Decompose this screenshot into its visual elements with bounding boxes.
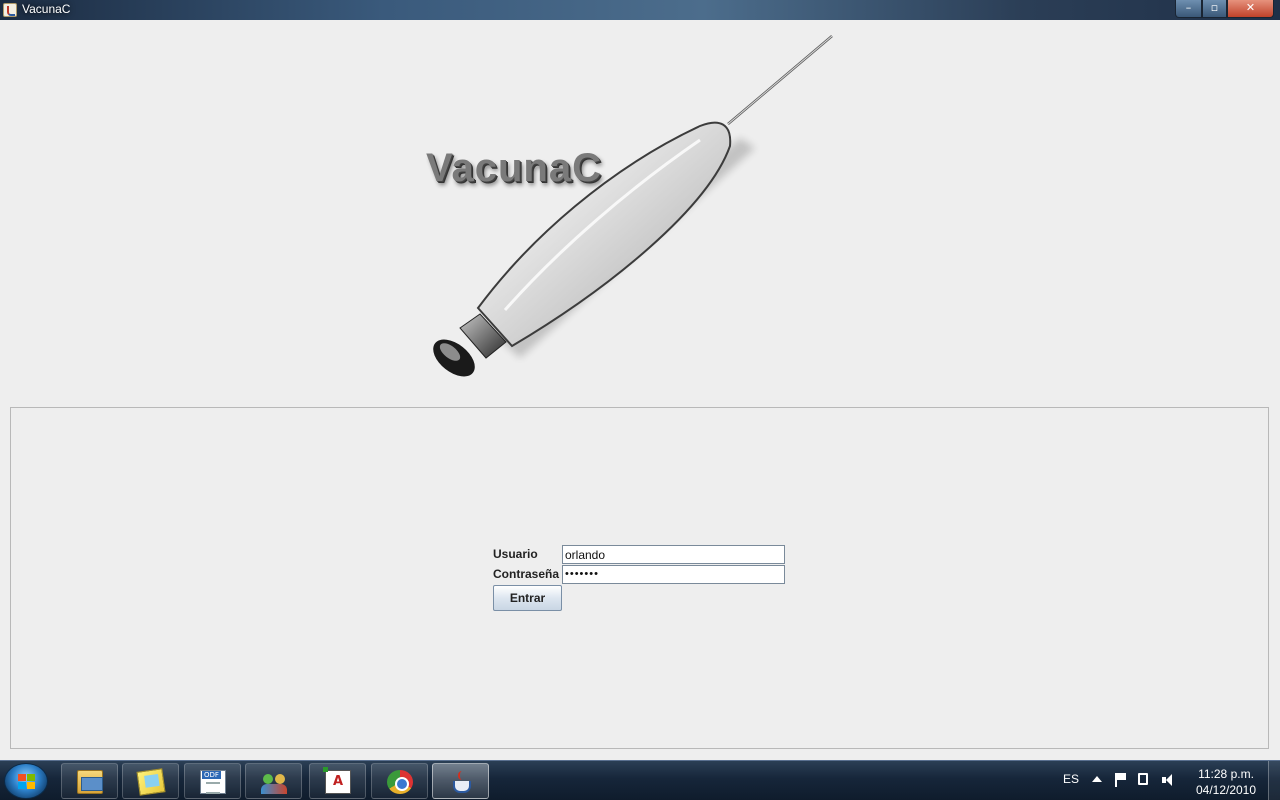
taskbar-app-explorer[interactable] — [61, 763, 118, 799]
chrome-icon — [387, 770, 413, 794]
dia-icon — [323, 767, 351, 794]
windows-logo-icon — [18, 774, 36, 790]
odf-document-icon — [200, 770, 226, 794]
clock-date: 04/12/2010 — [1195, 783, 1257, 797]
login-button[interactable]: Entrar — [493, 585, 562, 611]
syringe-logo — [433, 35, 833, 377]
close-button[interactable]: ✕ — [1227, 0, 1274, 18]
volume-icon[interactable] — [1162, 773, 1176, 787]
show-hidden-icons-icon[interactable] — [1092, 776, 1102, 782]
taskbar-app-dia[interactable] — [309, 763, 366, 799]
java-app-icon — [3, 3, 17, 17]
start-button[interactable] — [4, 763, 48, 799]
minimize-button[interactable]: – — [1175, 0, 1202, 18]
username-label: Usuario — [493, 547, 538, 561]
people-icon — [261, 770, 287, 794]
password-label: Contraseña — [493, 567, 560, 581]
taskbar-app-notes[interactable] — [122, 763, 179, 799]
taskbar: ES 11:28 p.m. 04/12/2010 — [0, 760, 1280, 800]
title-bar: VacunaC – ▫ ✕ — [0, 0, 1280, 20]
username-input[interactable] — [562, 545, 785, 564]
language-indicator[interactable]: ES — [1063, 772, 1079, 800]
system-clock[interactable]: 11:28 p.m. 04/12/2010 — [1190, 766, 1262, 798]
taskbar-app-people[interactable] — [245, 763, 302, 799]
folder-icon — [77, 770, 103, 794]
power-icon[interactable] — [1138, 773, 1148, 785]
app-logo: VacunaC — [410, 28, 870, 408]
taskbar-app-chrome[interactable] — [371, 763, 428, 799]
taskbar-app-java[interactable] — [432, 763, 489, 799]
password-input[interactable]: ••••••• — [562, 565, 785, 584]
action-center-flag-icon[interactable] — [1115, 773, 1129, 787]
maximize-button[interactable]: ▫ — [1202, 0, 1227, 18]
taskbar-app-odf[interactable] — [184, 763, 241, 799]
window-title: VacunaC — [22, 2, 71, 16]
sticky-notes-icon — [136, 768, 166, 796]
logo-text: VacunaC — [426, 146, 602, 190]
clock-time: 11:28 p.m. — [1198, 767, 1254, 781]
show-desktop-button[interactable] — [1268, 761, 1280, 800]
login-panel: Usuario Contraseña ••••••• Entrar — [10, 407, 1269, 749]
java-icon — [448, 770, 474, 794]
